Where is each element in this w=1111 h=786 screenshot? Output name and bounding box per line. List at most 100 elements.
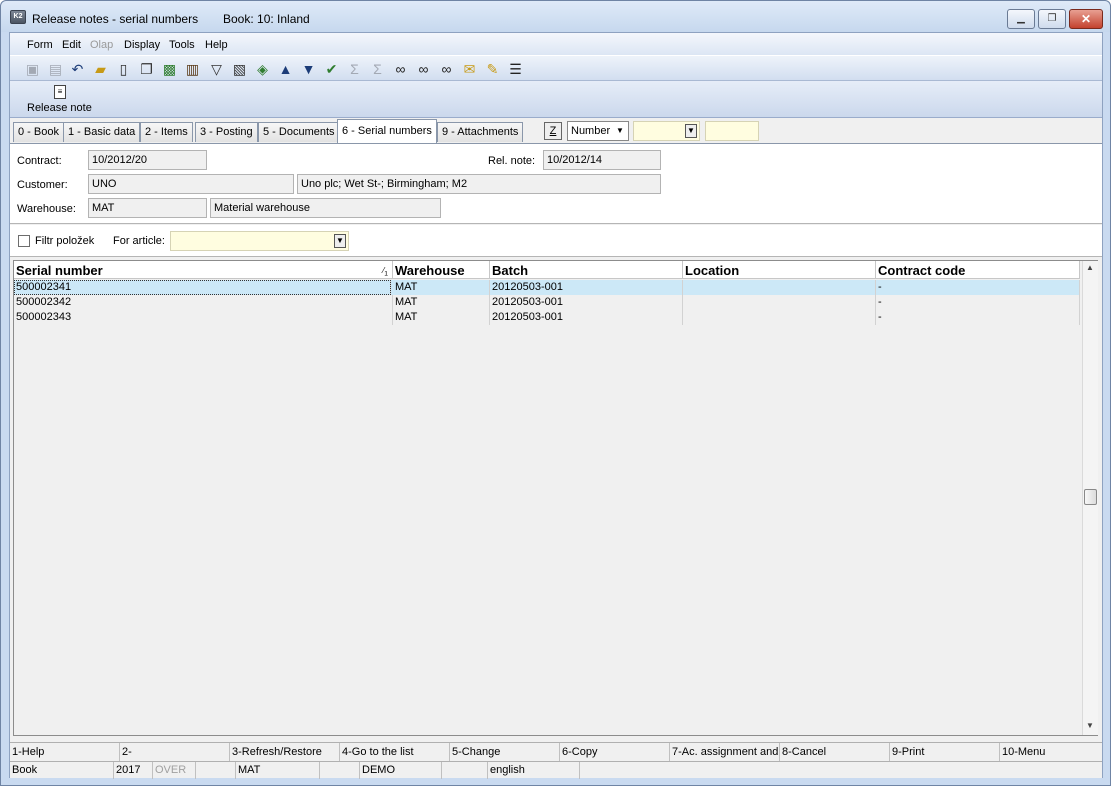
- tab-basic-data[interactable]: 1 - Basic data: [63, 122, 141, 142]
- fkey-refresh[interactable]: 3-Refresh/Restore: [230, 743, 340, 762]
- close-icon: ✕: [1080, 12, 1092, 26]
- maximize-button[interactable]: ❐: [1038, 9, 1066, 29]
- cell-contract[interactable]: -: [876, 295, 1080, 310]
- cell-serial[interactable]: 500002342: [14, 295, 393, 310]
- lock-icon[interactable]: ▩: [161, 61, 178, 78]
- tab-documents[interactable]: 5 - Documents: [258, 122, 340, 142]
- menu-edit[interactable]: Edit: [62, 39, 81, 51]
- vertical-scrollbar[interactable]: ▲ ▼: [1082, 261, 1098, 735]
- cell-warehouse[interactable]: MAT: [393, 280, 490, 295]
- column-batch[interactable]: Batch: [490, 261, 683, 279]
- filter-icon[interactable]: ▽: [208, 61, 225, 78]
- menu-olap: Olap: [90, 39, 114, 51]
- cell-location[interactable]: [683, 310, 876, 325]
- stack-icon[interactable]: ◈: [254, 61, 271, 78]
- article-combo[interactable]: ▼: [170, 231, 349, 251]
- menu-tools[interactable]: Tools: [169, 39, 195, 51]
- cell-batch[interactable]: 20120503-001: [490, 310, 683, 325]
- z-button[interactable]: Z: [544, 122, 562, 140]
- binoculars-icon[interactable]: ∞: [392, 61, 409, 78]
- chevron-down-icon: ▼: [616, 126, 624, 135]
- cell-serial[interactable]: 500002343: [14, 310, 393, 325]
- envelope-icon[interactable]: ✉: [461, 61, 478, 78]
- fkey-cancel[interactable]: 8-Cancel: [780, 743, 890, 762]
- save-icon[interactable]: ▣: [24, 61, 41, 78]
- notes-icon[interactable]: ✎: [484, 61, 501, 78]
- close-button[interactable]: ✕: [1069, 9, 1103, 29]
- status-database: DEMO: [360, 762, 442, 779]
- sum-icon: Σ: [350, 61, 359, 77]
- table-row[interactable]: 500002342 MAT 20120503-001 -: [14, 295, 1080, 310]
- menu-display[interactable]: Display: [124, 39, 160, 51]
- arrow-up-icon[interactable]: ▲: [277, 61, 294, 78]
- tab-attachments[interactable]: 9 - Attachments: [437, 122, 524, 142]
- filter-items-label: Filtr položek: [35, 235, 95, 247]
- filter-combo[interactable]: ▼: [633, 121, 700, 141]
- table-row[interactable]: 500002341 MAT 20120503-001 -: [14, 280, 1080, 295]
- customer-address-field[interactable]: Uno plc; Wet St-; Birmingham; M2: [297, 174, 661, 194]
- contract-field[interactable]: 10/2012/20: [88, 150, 207, 170]
- arrow-down-icon[interactable]: ▼: [300, 61, 317, 78]
- binoculars-filter-icon[interactable]: ∞: [438, 61, 455, 78]
- rel-note-field[interactable]: 10/2012/14: [543, 150, 661, 170]
- fkey-go-to-list[interactable]: 4-Go to the list: [340, 743, 450, 762]
- clipboard-filter-icon[interactable]: ▧: [231, 61, 248, 78]
- form-frame: Form Edit Olap Display Tools Help ▣ ▤ ↶ …: [9, 32, 1103, 779]
- cell-batch[interactable]: 20120503-001: [490, 295, 683, 310]
- sort-combo[interactable]: Number ▼: [567, 121, 629, 141]
- column-contract-code[interactable]: Contract code: [876, 261, 1080, 279]
- fkey-copy[interactable]: 6-Copy: [560, 743, 670, 762]
- fkey-help[interactable]: 1-Help: [10, 743, 120, 762]
- check-arrow-icon[interactable]: ✔: [323, 61, 340, 78]
- copy-icon[interactable]: ❐: [138, 61, 155, 78]
- scrollbar-thumb[interactable]: [1084, 489, 1097, 505]
- cell-serial[interactable]: 500002341: [14, 280, 391, 295]
- table-row[interactable]: 500002343 MAT 20120503-001 -: [14, 310, 1080, 325]
- fkey-assignment[interactable]: 7-Ac. assignment and: [670, 743, 780, 762]
- fkey-change[interactable]: 5-Change: [450, 743, 560, 762]
- header-form: Contract: 10/2012/20 Rel. note: 10/2012/…: [10, 143, 1102, 224]
- cell-location[interactable]: [683, 295, 876, 310]
- new-document-icon[interactable]: ▯: [115, 61, 132, 78]
- warehouse-code-field[interactable]: MAT: [88, 198, 207, 218]
- title-bar[interactable]: K2 Release notes - serial numbers Book: …: [1, 1, 1110, 32]
- filter-items-checkbox[interactable]: [18, 235, 30, 247]
- fkey-2[interactable]: 2-: [120, 743, 230, 762]
- fkey-menu[interactable]: 10-Menu: [1000, 743, 1102, 762]
- tab-posting[interactable]: 3 - Posting: [195, 122, 258, 142]
- cell-location[interactable]: [683, 280, 876, 295]
- column-location[interactable]: Location: [683, 261, 876, 279]
- status-empty-3: [442, 762, 488, 779]
- sort-combo-value: Number: [571, 125, 611, 137]
- cell-warehouse[interactable]: MAT: [393, 310, 490, 325]
- column-warehouse[interactable]: Warehouse: [393, 261, 490, 279]
- column-serial-number[interactable]: Serial number ⁄1: [14, 261, 393, 279]
- warehouse-name-field[interactable]: Material warehouse: [210, 198, 441, 218]
- menu-form[interactable]: Form: [27, 39, 53, 51]
- fkey-print[interactable]: 9-Print: [890, 743, 1000, 762]
- filter-field[interactable]: [705, 121, 759, 141]
- chevron-down-icon: ▼: [334, 234, 346, 248]
- cell-warehouse[interactable]: MAT: [393, 295, 490, 310]
- menu-help[interactable]: Help: [205, 39, 228, 51]
- cell-batch[interactable]: 20120503-001: [490, 280, 683, 295]
- cell-contract[interactable]: -: [876, 280, 1080, 295]
- menu-lines-icon[interactable]: ☰: [507, 61, 524, 78]
- window-book-label: Book: 10: Inland: [223, 12, 310, 26]
- customer-code-field[interactable]: UNO: [88, 174, 294, 194]
- cell-contract[interactable]: -: [876, 310, 1080, 325]
- save-as-icon[interactable]: ▤: [47, 61, 64, 78]
- undo-icon[interactable]: ↶: [69, 61, 86, 78]
- menu-bar: Form Edit Olap Display Tools Help: [10, 33, 1102, 55]
- tab-book[interactable]: 0 - Book: [13, 122, 64, 142]
- scroll-down-icon[interactable]: ▼: [1086, 721, 1094, 730]
- book-icon[interactable]: ▥: [184, 61, 201, 78]
- binoculars-next-icon[interactable]: ∞: [415, 61, 432, 78]
- minimize-button[interactable]: ▁: [1007, 9, 1035, 29]
- scroll-up-icon[interactable]: ▲: [1086, 263, 1094, 272]
- tab-items[interactable]: 2 - Items: [140, 122, 193, 142]
- status-empty-1: [196, 762, 236, 779]
- tab-strip: 0 - Book 1 - Basic data 2 - Items 3 - Po…: [10, 119, 1102, 144]
- open-folder-icon[interactable]: ▰: [92, 61, 109, 78]
- tab-serial-numbers[interactable]: 6 - Serial numbers: [337, 119, 437, 143]
